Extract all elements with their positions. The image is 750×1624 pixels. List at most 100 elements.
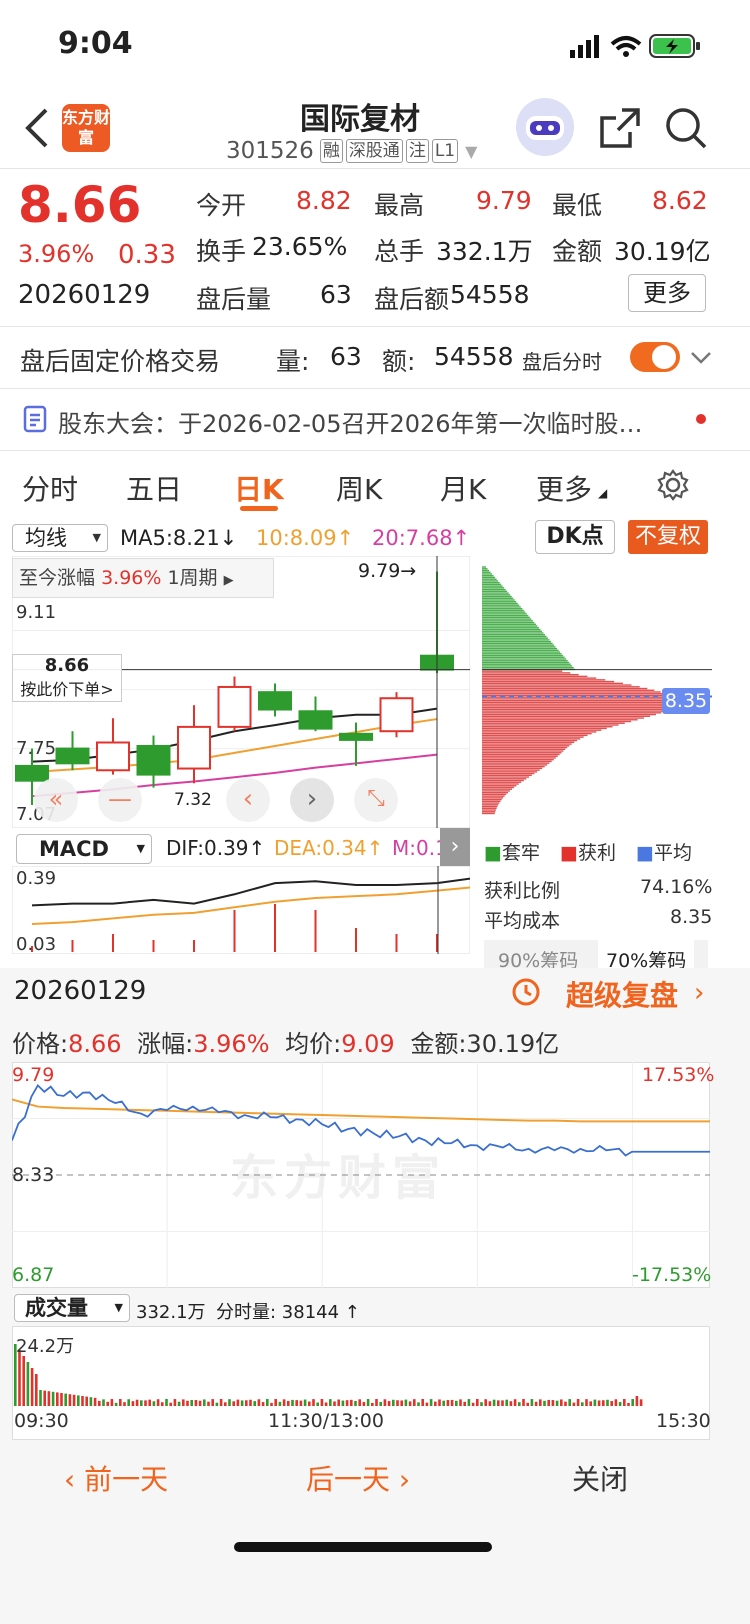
chip-bar [482,779,524,782]
expand-button[interactable] [690,346,712,368]
chip-bar [482,660,568,662]
tab-weekly-k[interactable]: 周K [336,468,382,508]
chip-bar [482,575,494,577]
volume-bar [140,1400,143,1406]
volume-bar [26,1362,30,1406]
volume-bar [438,1399,441,1406]
chip-bar [482,743,572,745]
range-change-box[interactable]: 至今涨幅 3.96% 1周期 ▶ [12,558,274,598]
replay-history-icon [510,976,540,1008]
volume-bar [81,1396,84,1406]
volume-bar [186,1400,189,1406]
tab-chip-90[interactable]: 90%筹码 [498,946,578,968]
volume-bar [324,1402,328,1406]
low-value: 8.62 [652,186,708,215]
robot-icon [526,116,564,140]
volume-bar [165,1399,168,1406]
logo-text: 东方财富 [62,108,111,147]
share-button[interactable] [598,106,642,150]
chip-bar [482,607,523,610]
price-crosshair-label[interactable]: 8.66 按此价下单> [12,654,122,702]
next-day-button[interactable]: 后一天 › [306,1458,410,1498]
volume-bar [144,1400,147,1406]
stock-code-row[interactable]: 301526 融 深股通 注 L1 ▼ [226,138,477,164]
scroll-left-button[interactable]: « [34,778,78,822]
close-button[interactable]: 关闭 [572,1458,628,1498]
candle-body [96,741,130,772]
tab-intraday[interactable]: 分时 [22,468,78,508]
settings-button[interactable] [656,468,690,502]
volume-bar [421,1399,424,1406]
chip-bar [482,734,588,737]
chip-bar [482,736,584,738]
prev-button[interactable]: ‹ [226,778,270,822]
indicator-select-label: 均线 [25,526,67,550]
indicator-select[interactable]: 均线 ▼ [12,524,108,552]
chip-tabs[interactable]: 90%筹码 70%筹码 [484,940,708,968]
super-replay-link[interactable]: 超级复盘 [566,974,678,1014]
back-button[interactable] [22,106,52,150]
chip-bar [482,776,530,778]
chevron-left-icon: ‹ [242,784,254,814]
volume-bar [509,1401,513,1406]
next-button[interactable]: › [290,778,334,822]
chip-bar [482,785,517,787]
chip-bar [482,646,556,648]
after-hours-amt: 54558 [434,342,514,371]
intraday-chart[interactable] [12,1062,710,1288]
assistant-avatar[interactable] [516,98,574,156]
tab-chip-70[interactable]: 70%筹码 [598,940,695,968]
tab-monthly-k[interactable]: 月K [440,468,486,508]
fullscreen-button[interactable]: ⤡ [354,778,398,822]
volume-select[interactable]: 成交量 ▼ [14,1294,130,1322]
profit-ratio-value: 74.16% [640,876,713,898]
chip-bar [482,628,541,631]
avg-cost-marker: 8.35 [662,688,710,714]
high-label: 最高 [374,191,425,220]
macd-select[interactable]: MACD ▼ [16,834,152,864]
chevron-right-icon: › [306,784,318,814]
prev-day-button[interactable]: ‹ 前一天 [64,1458,168,1498]
macd-expand-button[interactable]: › [440,828,470,866]
volume-bar [114,1402,118,1406]
notice-icon [22,404,48,434]
after-vol-value: 63 [320,280,352,309]
dk-point-button[interactable]: DK点 [535,520,615,554]
volume-bar [459,1399,462,1406]
after-hours-toggle[interactable] [630,342,680,372]
more-button[interactable]: 更多 [628,274,706,312]
chip-bar [482,566,486,568]
chip-bar [482,693,667,695]
x-tick-mid: 11:30/13:00 [268,1410,384,1432]
chip-registered: 注 [405,139,429,163]
amount-value: 30.19亿 [614,237,711,266]
chip-bar [482,656,565,658]
replay-amt-label: 金额: [410,1030,467,1058]
chip-bar [482,568,488,570]
chip-bar [482,720,632,723]
chip-bar [482,576,496,579]
tab-five-day[interactable]: 五日 [126,468,182,508]
low-marker: 7.32 [174,790,212,810]
chip-bar [482,590,508,593]
replay-stats: 价格:8.66 涨幅:3.96% 均价:9.09 金额:30.19亿 [12,1024,559,1059]
tab-daily-k[interactable]: 日K [234,468,284,508]
chip-bar [482,588,506,591]
volume-bar [18,1350,21,1406]
chip-bar [482,741,575,744]
volume-bar [257,1399,261,1406]
chip-bar [482,804,499,806]
volume-bar [371,1402,374,1406]
notice-text[interactable]: 股东大会：于2026-02-05召开2026年第一次临时股… [58,404,678,439]
chip-bar [482,663,571,665]
no-adjust-button[interactable]: 不复权 [628,520,708,554]
volume-bar [362,1401,366,1406]
volume-bar [568,1399,571,1406]
volume-bar [522,1399,525,1406]
search-button[interactable] [664,106,708,150]
zoom-out-button[interactable]: — [98,778,142,822]
tab-more[interactable]: 更多 [536,468,592,508]
y-label-top: 9.11 [16,602,57,623]
chip-bar [482,632,544,634]
open-value: 8.82 [296,186,352,215]
